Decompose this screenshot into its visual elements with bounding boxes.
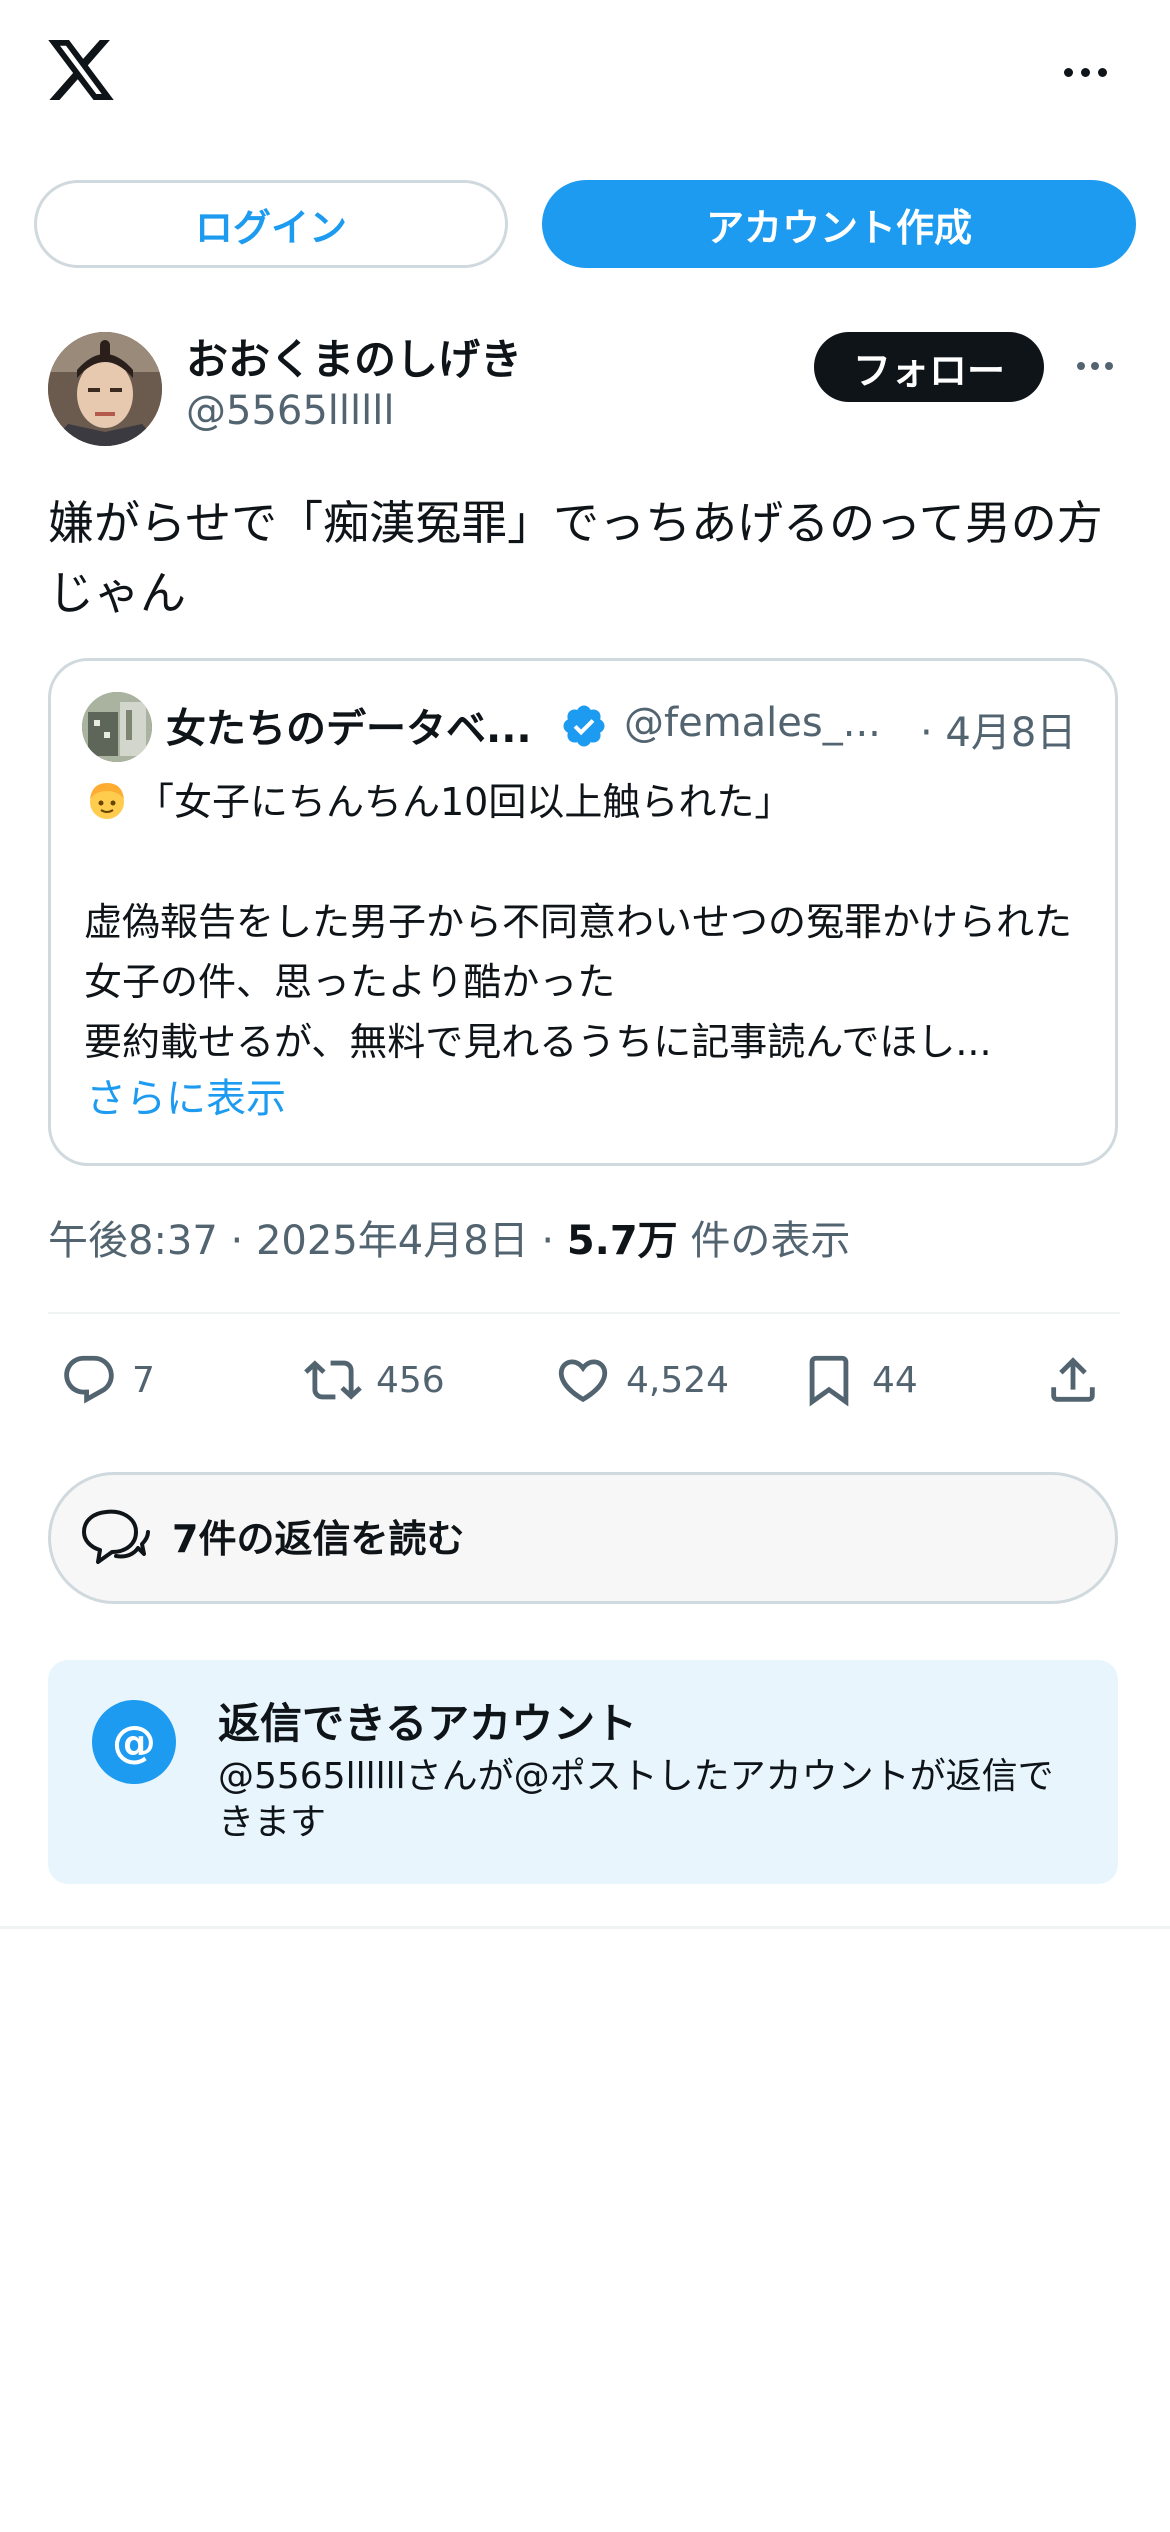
post-text: 嫌がらせで「痴漢冤罪」でっちあげるのって男の方じゃん — [48, 496, 1103, 620]
reply-restriction-text: @5565llllllさんが@ポストしたアカウントが返信できます — [218, 1756, 1054, 1843]
post-timestamp[interactable]: 午後8:37 · 2025年4月8日 · — [48, 1218, 567, 1264]
repost-count: 456 — [376, 1359, 445, 1401]
read-replies-label: 7件の返信を読む — [172, 1517, 465, 1561]
quoted-post-text: 「女子にちんちん10回以上触られた」 虚偽報告をした男子から不同意わいせつの冤罪… — [84, 772, 1094, 1072]
quoted-post-first-line: 「女子にちんちん10回以上触られた」 — [136, 780, 793, 824]
x-logo-icon[interactable] — [48, 40, 114, 100]
boy-emoji-icon — [90, 783, 124, 819]
verified-badge-icon — [560, 702, 608, 750]
views-label: 件の表示 — [677, 1218, 851, 1264]
quoted-post-date[interactable]: · 4月8日 — [920, 700, 1076, 758]
reply-count: 7 — [132, 1359, 155, 1401]
reply-button[interactable]: 7 — [60, 1348, 155, 1412]
follow-button[interactable]: フォロー — [814, 332, 1044, 402]
bookmark-button[interactable]: 44 — [800, 1348, 918, 1412]
reply-restriction-title: 返信できるアカウント — [218, 1699, 638, 1748]
quoted-author-handle[interactable]: @females_... — [624, 700, 881, 746]
quoted-author-avatar[interactable] — [82, 692, 152, 762]
quoted-author-name[interactable]: 女たちのデータベ... — [166, 696, 532, 754]
post-meta: 午後8:37 · 2025年4月8日 · 5.7万 件の表示 — [48, 1208, 850, 1266]
more-horizontal-icon[interactable] — [1055, 52, 1115, 92]
quoted-post-body: 虚偽報告をした男子から不同意わいせつの冤罪かけられた女子の件、思ったより酷かった… — [84, 900, 1073, 1064]
share-button[interactable] — [1044, 1348, 1102, 1412]
repost-button[interactable]: 456 — [304, 1348, 445, 1412]
author-name[interactable]: おおくまのしげき — [186, 326, 522, 387]
author-handle[interactable]: @5565llllll — [186, 388, 394, 434]
like-button[interactable]: 4,524 — [554, 1348, 729, 1412]
create-account-button[interactable]: アカウント作成 — [542, 180, 1136, 268]
share-icon — [1051, 1357, 1095, 1402]
divider — [0, 1926, 1170, 1929]
chat-bubbles-icon — [76, 1502, 150, 1576]
at-sign-icon: @ — [92, 1700, 176, 1784]
heart-icon — [558, 1359, 608, 1403]
repost-icon — [304, 1360, 362, 1400]
bookmark-count: 44 — [872, 1359, 918, 1401]
top-bar — [0, 0, 1170, 150]
bookmark-icon — [809, 1355, 849, 1407]
post-more-icon[interactable] — [1070, 346, 1120, 386]
divider — [48, 1312, 1120, 1314]
login-button[interactable]: ログイン — [34, 180, 508, 268]
like-count: 4,524 — [626, 1359, 730, 1401]
views-count: 5.7万 — [566, 1218, 678, 1264]
show-more-link[interactable]: さらに表示 — [86, 1066, 286, 1124]
author-avatar[interactable] — [48, 332, 162, 446]
reply-icon — [64, 1355, 114, 1404]
